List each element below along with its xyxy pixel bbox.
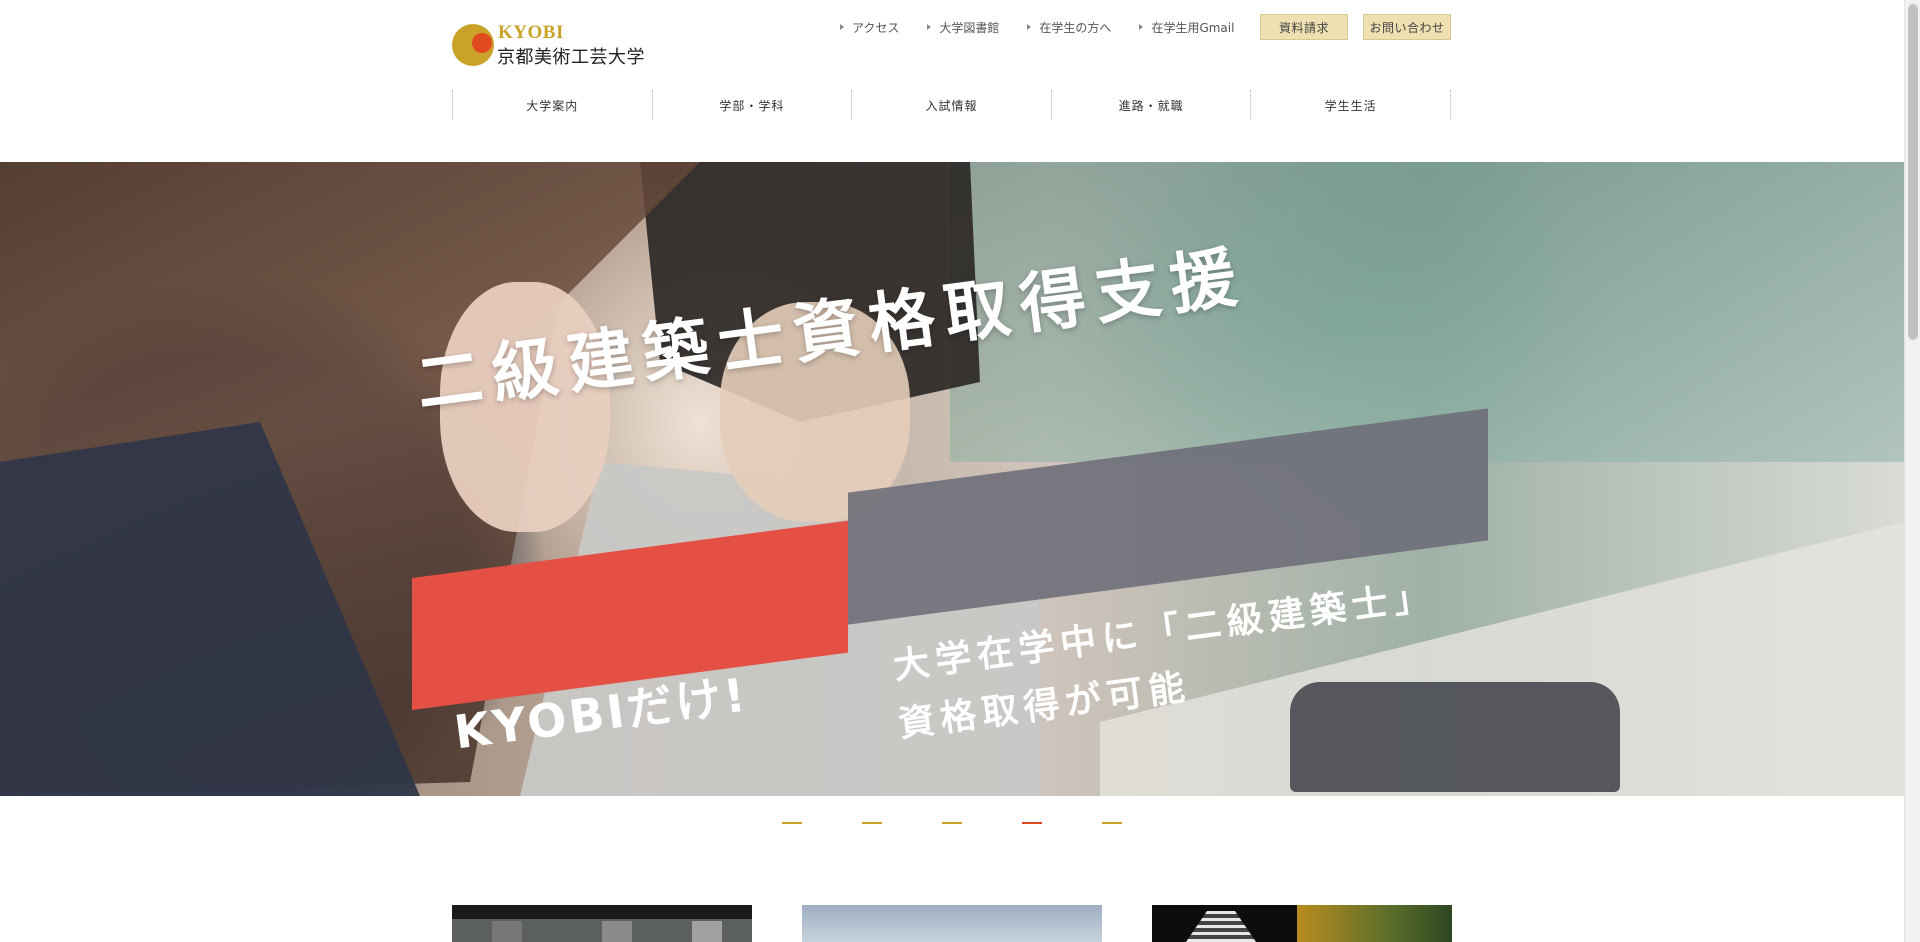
logo-mark-dot xyxy=(472,33,492,53)
slider-dot-active[interactable] xyxy=(1022,822,1042,824)
utility-nav: アクセス 大学図書館 在学生の方へ 在学生用Gmail xyxy=(840,18,1262,36)
util-link-access[interactable]: アクセス xyxy=(840,18,899,36)
slider-dot[interactable] xyxy=(1102,822,1122,824)
util-link-label: 大学図書館 xyxy=(939,20,1000,35)
util-link-label: 在学生の方へ xyxy=(1039,20,1112,35)
nav-item-careers[interactable]: 進路・就職 xyxy=(1050,90,1251,120)
nav-item-departments[interactable]: 学部・学科 xyxy=(651,90,852,120)
page: KYOBI 京都美術工芸大学 アクセス 大学図書館 在学生の方へ 在学生用Gma… xyxy=(0,0,1904,942)
nav-item-admissions[interactable]: 入試情報 xyxy=(851,90,1051,120)
news-thumbnail-3-left[interactable] xyxy=(1152,905,1297,942)
hero-slide[interactable]: 二級建築士資格取得支援 KYOBIだけ! 大学在学中に「二級建築士」 資格取得が… xyxy=(0,162,1904,796)
logo-text-en: KYOBI xyxy=(498,22,564,43)
nav-item-student-life[interactable]: 学生生活 xyxy=(1250,90,1451,120)
news-thumbnail-3-right[interactable] xyxy=(1297,905,1452,942)
slider-dot[interactable] xyxy=(942,822,962,824)
slider-pagination xyxy=(782,822,1122,824)
news-thumbnail-1[interactable] xyxy=(452,905,752,942)
nav-item-about[interactable]: 大学案内 xyxy=(452,90,652,120)
thumbnail-detail xyxy=(492,921,522,942)
contact-button[interactable]: お問い合わせ xyxy=(1363,14,1451,40)
logo-text-jp: 京都美術工芸大学 xyxy=(497,47,645,68)
thumbnail-detail xyxy=(602,921,632,942)
logo-mark-icon xyxy=(452,24,494,66)
slider-dot[interactable] xyxy=(862,822,882,824)
util-link-label: 在学生用Gmail xyxy=(1151,20,1235,35)
scrollbar-thumb[interactable] xyxy=(1908,4,1918,340)
triangle-right-icon xyxy=(1139,24,1144,30)
util-link-gmail[interactable]: 在学生用Gmail xyxy=(1139,18,1234,36)
main-nav: 大学案内 学部・学科 入試情報 進路・就職 学生生活 xyxy=(452,90,1451,120)
util-link-students[interactable]: 在学生の方へ xyxy=(1027,18,1111,36)
util-link-library[interactable]: 大学図書館 xyxy=(927,18,999,36)
triangle-right-icon xyxy=(840,24,844,30)
thumbnail-detail xyxy=(692,921,722,942)
request-docs-button[interactable]: 資料請求 xyxy=(1260,14,1348,40)
pagoda-image xyxy=(1186,911,1256,942)
triangle-right-icon xyxy=(1027,24,1032,30)
slider-dot[interactable] xyxy=(782,822,802,824)
util-link-label: アクセス xyxy=(852,20,900,35)
triangle-right-icon xyxy=(927,24,932,30)
news-thumbnail-2[interactable] xyxy=(802,905,1102,942)
hero-banner: 二級建築士資格取得支援 KYOBIだけ! 大学在学中に「二級建築士」 資格取得が… xyxy=(390,238,1510,759)
site-logo[interactable]: KYOBI 京都美術工芸大学 xyxy=(452,22,662,68)
vertical-scrollbar[interactable] xyxy=(1904,0,1920,942)
